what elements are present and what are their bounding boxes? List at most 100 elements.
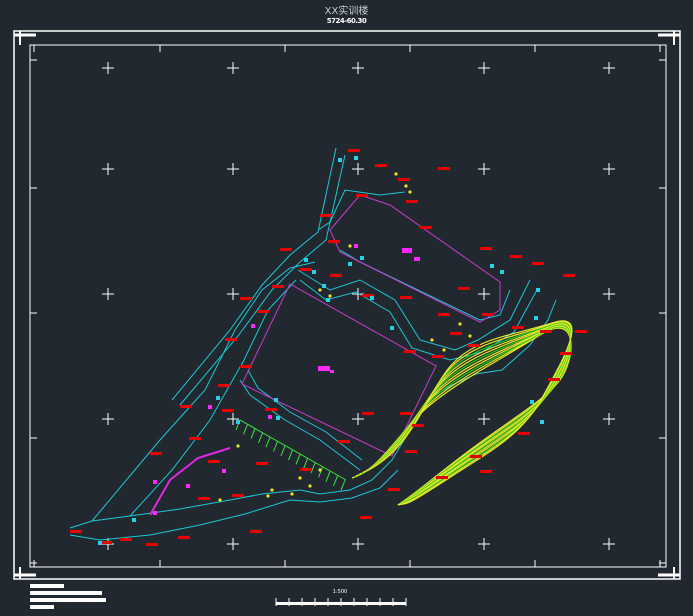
elevation-label xyxy=(480,470,492,473)
elevation-label xyxy=(540,330,552,333)
vegetation-point xyxy=(442,348,446,352)
elevation-label xyxy=(450,332,462,335)
inner-frame xyxy=(29,44,667,568)
survey-point xyxy=(490,264,494,268)
survey-marker xyxy=(268,415,272,419)
elevation-label xyxy=(189,437,201,440)
corner-mark xyxy=(14,33,680,577)
road-inner xyxy=(239,379,361,471)
grid-cross xyxy=(478,62,490,74)
vegetation-points xyxy=(218,172,472,502)
elevation-label xyxy=(482,313,494,316)
elevation-label xyxy=(412,424,424,427)
vegetation-point xyxy=(468,334,472,338)
grid-cross xyxy=(102,163,114,175)
survey-point xyxy=(534,316,538,320)
elevation-label xyxy=(300,268,312,271)
survey-marker xyxy=(330,370,334,373)
survey-marker xyxy=(153,480,157,484)
elevation-label xyxy=(225,338,237,341)
elevation-label xyxy=(532,262,544,265)
title-block-line xyxy=(30,598,106,602)
grid-crosses xyxy=(102,62,615,550)
survey-point xyxy=(354,156,358,160)
grid-cross xyxy=(352,163,364,175)
elevation-label xyxy=(398,178,410,181)
grid-cross xyxy=(102,288,114,300)
elevation-label xyxy=(510,255,522,258)
hatch-line xyxy=(325,471,331,482)
survey-point xyxy=(322,284,326,288)
contour-line xyxy=(356,324,571,506)
contour-line xyxy=(360,322,572,506)
elevation-label xyxy=(436,476,448,479)
road-outer-edge xyxy=(69,469,399,541)
contour-line xyxy=(355,325,571,506)
elevation-label xyxy=(250,530,262,533)
elevation-label xyxy=(180,405,192,408)
survey-marker xyxy=(402,248,412,253)
vegetation-point xyxy=(318,288,322,292)
survey-point xyxy=(360,256,364,260)
survey-marker xyxy=(251,324,255,328)
road-diagonal xyxy=(171,147,337,401)
survey-point xyxy=(348,262,352,266)
elevation-label xyxy=(272,285,284,288)
elevation-label xyxy=(232,494,244,497)
contour-line xyxy=(362,321,572,506)
elevation-label xyxy=(512,326,524,329)
elevation-label xyxy=(330,274,342,277)
grid-cross xyxy=(227,538,239,550)
vegetation-point xyxy=(328,294,332,298)
elevation-label xyxy=(280,248,292,251)
corner-mark xyxy=(19,31,675,579)
vegetation-point xyxy=(404,184,408,188)
survey-point xyxy=(390,326,394,330)
contour-line xyxy=(363,320,573,506)
grid-cross xyxy=(102,62,114,74)
elevation-label xyxy=(222,409,234,412)
elevation-label xyxy=(338,440,350,443)
contour-line xyxy=(351,327,572,506)
elevation-label xyxy=(563,274,575,277)
grid-cross xyxy=(227,62,239,74)
vegetation-point xyxy=(218,498,222,502)
site-plan-drawing[interactable] xyxy=(0,0,693,616)
elevation-label xyxy=(120,538,132,541)
hatch-line xyxy=(273,441,278,452)
hatch-line xyxy=(340,480,346,491)
elevation-label xyxy=(406,200,418,203)
hatch-line xyxy=(243,424,248,435)
road-inner xyxy=(247,369,363,461)
elevation-label xyxy=(468,344,480,347)
title-block-line xyxy=(30,591,102,595)
elevation-label xyxy=(375,164,387,167)
survey-point xyxy=(132,518,136,522)
vegetation-point xyxy=(430,338,434,342)
grid-cross xyxy=(478,538,490,550)
grid-cross xyxy=(478,288,490,300)
grid-cross xyxy=(352,62,364,74)
road-outer-edge xyxy=(69,299,557,529)
survey-marker xyxy=(354,244,358,248)
survey-marker xyxy=(414,257,420,261)
contour-lines xyxy=(351,320,573,506)
survey-point xyxy=(312,270,316,274)
survey-point xyxy=(530,400,534,404)
survey-marker xyxy=(222,469,226,473)
elevation-label xyxy=(265,408,277,411)
elevation-label xyxy=(257,310,269,313)
road-lines xyxy=(69,147,557,541)
elevation-label xyxy=(420,226,432,229)
survey-point xyxy=(500,270,504,274)
hatch-line xyxy=(295,454,301,465)
vegetation-point xyxy=(394,172,398,176)
scale-bar xyxy=(275,598,407,606)
vegetation-point xyxy=(308,484,312,488)
elevation-label xyxy=(405,450,417,453)
contour-line xyxy=(358,323,572,506)
elevation-label xyxy=(470,455,482,458)
road-inner xyxy=(297,269,531,351)
hatch-line xyxy=(280,445,286,456)
elevation-label xyxy=(240,365,252,368)
